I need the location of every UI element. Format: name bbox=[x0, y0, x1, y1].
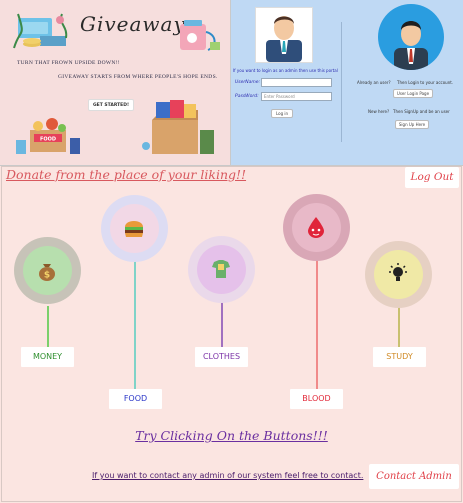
food-circle[interactable] bbox=[101, 195, 168, 262]
login-panel: If you want to login as an admin then us… bbox=[231, 0, 463, 166]
study-stick bbox=[398, 305, 400, 348]
hero-tagline-2: GIVEAWAY STARTS FROM WHERE PEOPLE'S HOPE… bbox=[58, 74, 218, 80]
money-bag-icon: $ bbox=[39, 264, 56, 282]
category-money-button[interactable]: MONEY bbox=[21, 347, 74, 367]
username-label: UserName: bbox=[235, 80, 261, 85]
password-label: PassWord: bbox=[235, 94, 259, 99]
already-user-text: Already an user? bbox=[357, 80, 391, 85]
category-clothes-button[interactable]: CLOTHES bbox=[195, 347, 248, 367]
blood-drop-icon bbox=[308, 217, 325, 239]
medical-supplies-illustration bbox=[180, 20, 220, 51]
giveaway-hero-banner: Giveaway TURN THAT FROWN UPSIDE DOWN!! G… bbox=[0, 0, 231, 166]
clothes-circle[interactable] bbox=[188, 236, 255, 303]
new-here-action-text: Then SignUp and be an user bbox=[393, 109, 450, 114]
blood-stick bbox=[316, 256, 318, 390]
user-avatar bbox=[378, 4, 444, 70]
contact-admin-link[interactable]: If you want to contact any admin of our … bbox=[92, 471, 363, 480]
hero-title: Giveaway bbox=[80, 12, 186, 36]
lightbulb-icon bbox=[389, 263, 408, 282]
user-login-page-button[interactable]: User Login Page bbox=[393, 89, 433, 98]
category-blood-button[interactable]: BLOOD bbox=[290, 389, 343, 409]
food-box-illustration: FOOD bbox=[16, 118, 80, 154]
donate-title: Donate from the place of your liking!! bbox=[6, 167, 247, 182]
svg-text:$: $ bbox=[44, 271, 50, 281]
new-here-text: New here? bbox=[368, 109, 390, 114]
category-food-button[interactable]: FOOD bbox=[109, 389, 162, 409]
already-user-action-text: Then Login to your account. bbox=[397, 80, 454, 85]
blood-circle[interactable] bbox=[283, 194, 350, 261]
admin-login-button[interactable]: Log in bbox=[271, 109, 293, 118]
money-stick bbox=[47, 306, 49, 348]
try-clicking-text: Try Clicking On the Buttons!!! bbox=[135, 428, 328, 443]
password-input[interactable]: Enter Password bbox=[261, 92, 332, 101]
burger-icon bbox=[125, 221, 144, 238]
contact-admin-button[interactable]: Contact Admin bbox=[369, 464, 459, 489]
logout-button[interactable]: Log Out bbox=[405, 167, 459, 188]
shirt-icon bbox=[212, 260, 231, 279]
clothes-stick bbox=[221, 300, 223, 348]
food-box-label: FOOD bbox=[40, 137, 56, 143]
hero-tagline-1: TURN THAT FROWN UPSIDE DOWN!! bbox=[17, 60, 120, 66]
admin-person-icon bbox=[266, 16, 302, 62]
admin-avatar bbox=[255, 7, 313, 63]
category-study-button[interactable]: STUDY bbox=[373, 347, 426, 367]
username-input[interactable] bbox=[261, 78, 332, 87]
food-stick bbox=[134, 254, 136, 390]
study-circle[interactable] bbox=[365, 241, 432, 308]
signup-button[interactable]: Sign Up Here bbox=[395, 120, 429, 129]
money-circle[interactable]: $ bbox=[14, 237, 81, 304]
admin-portal-prompt: If you want to login as an admin then us… bbox=[233, 68, 338, 73]
get-started-button[interactable]: GET STARTED! bbox=[88, 99, 134, 111]
user-person-icon bbox=[394, 21, 428, 70]
auth-divider bbox=[341, 22, 342, 142]
money-stack-illustration bbox=[13, 13, 68, 49]
donate-section-frame bbox=[1, 166, 462, 502]
clothes-box-illustration bbox=[142, 100, 214, 154]
